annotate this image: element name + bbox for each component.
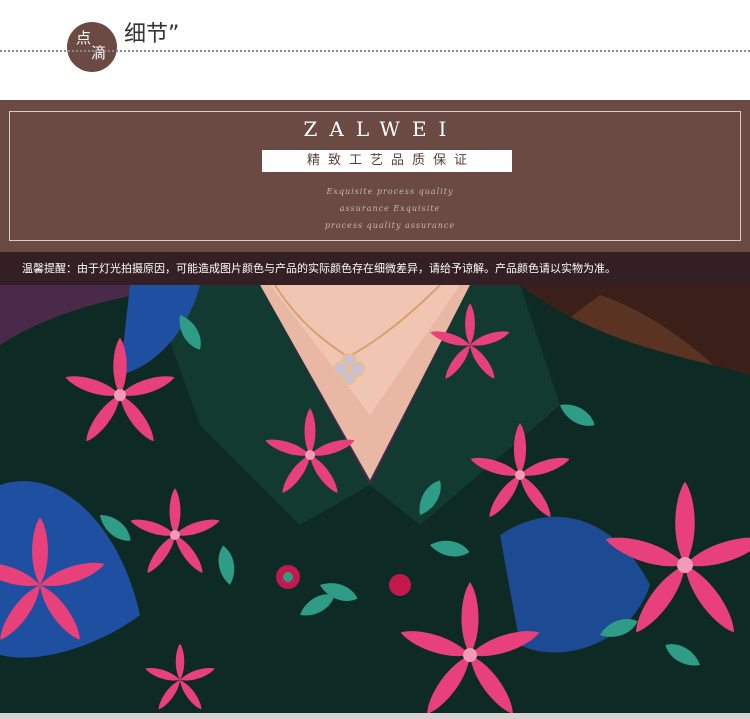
badge-char-2: 滴 [91, 44, 107, 62]
brand-slogan: 精致工艺品质保证 [262, 150, 512, 172]
badge-char-1: 点 [76, 29, 92, 47]
color-notice-bar: 温馨提醒：由于灯光拍摄原因，可能造成图片颜色与产品的实际颜色存在细微差异，请给予… [0, 252, 750, 285]
section-title: 细节” [124, 22, 180, 47]
script-line-3: process quality assurance [324, 221, 456, 230]
dress-detail-image [0, 285, 750, 719]
color-notice-text: 温馨提醒：由于灯光拍摄原因，可能造成图片颜色与产品的实际颜色存在细微差异，请给予… [22, 262, 616, 275]
bottom-edge [0, 713, 750, 719]
dotted-divider [0, 50, 750, 52]
brand-panel: ZALWEI 精致工艺品质保证 Exquisite process qualit… [0, 100, 750, 252]
script-line-2: assurance Exquisite [339, 204, 441, 213]
title-badge: 点 滴 [67, 22, 117, 72]
product-photo [0, 285, 750, 719]
script-line-1: Exquisite process quality [326, 187, 454, 196]
section-header: 点 滴 细节” [0, 0, 750, 100]
brand-name: ZALWEI [303, 117, 459, 141]
